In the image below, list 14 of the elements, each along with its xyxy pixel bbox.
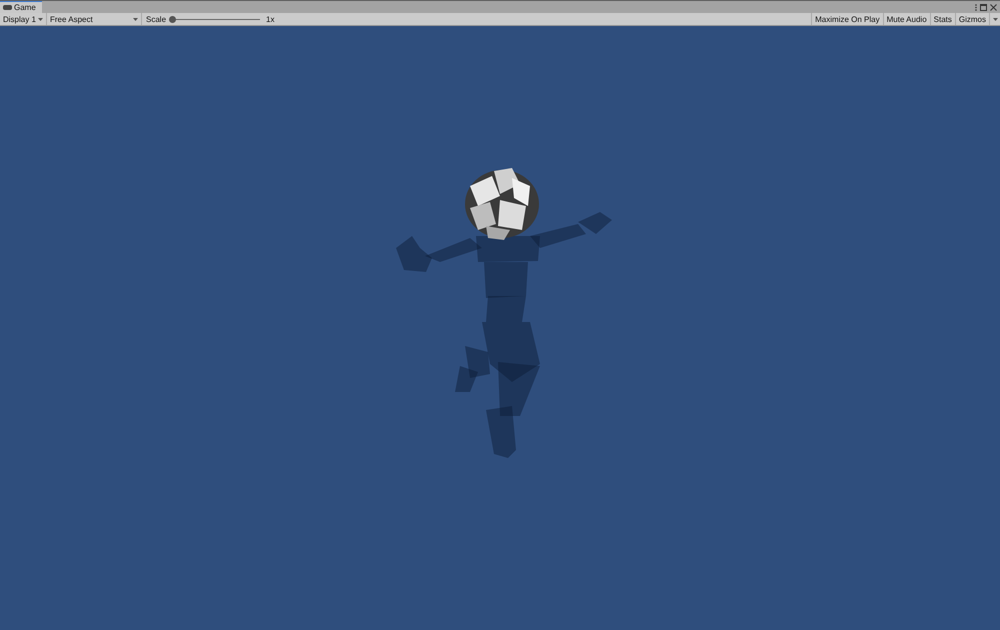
toolbar-toggle[interactable]: Maximize On Play [811, 13, 883, 25]
aspect-dropdown[interactable]: Free Aspect [47, 13, 142, 25]
maximize-icon[interactable] [980, 4, 987, 10]
toolbar-toggle[interactable]: Stats [930, 13, 955, 25]
caret-icon [992, 18, 998, 20]
scale-label: Scale [146, 14, 166, 24]
slider-thumb[interactable] [169, 16, 176, 22]
scale-reading: 1x [266, 14, 274, 24]
game-tab[interactable]: Game [0, 1, 42, 13]
caret-icon [38, 18, 43, 20]
caret-icon [133, 18, 138, 20]
close-icon[interactable] [990, 4, 997, 10]
toolbar-toggle[interactable]: Gizmos [954, 13, 989, 25]
display-dropdown[interactable]: Display 1 [0, 13, 47, 25]
